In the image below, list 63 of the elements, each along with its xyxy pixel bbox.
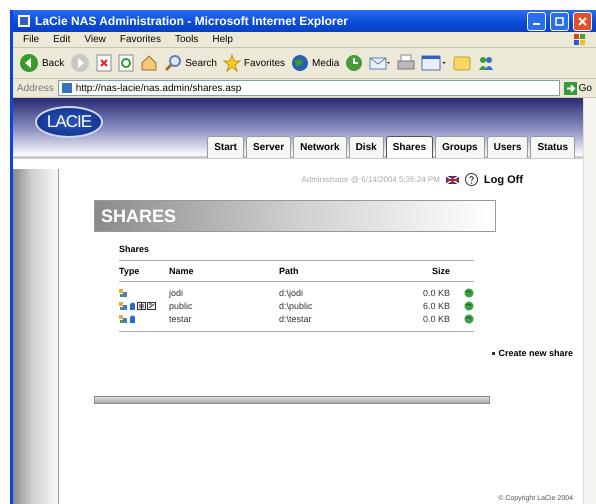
page-icon	[60, 82, 73, 94]
back-icon[interactable]	[19, 53, 39, 73]
nav-tab[interactable]: Groups	[435, 136, 485, 158]
close-button[interactable]	[573, 12, 592, 30]
menu-item[interactable]: File	[23, 34, 40, 45]
table-cell-text: 0.0 KB	[422, 288, 450, 298]
maximize-icon	[555, 16, 564, 26]
flag-icon[interactable]	[446, 176, 459, 184]
nav-tab[interactable]: Users	[486, 136, 528, 158]
go-button[interactable]: Go	[564, 82, 592, 94]
stop-icon[interactable]	[96, 54, 112, 72]
menu-item[interactable]: Tools	[174, 34, 198, 45]
page-header: SHARES	[94, 200, 496, 232]
window-title: LaCie NAS Administration - Microsoft Internet Explorer	[35, 14, 349, 28]
maximize-button[interactable]	[550, 12, 569, 30]
nav-tab[interactable]: Network	[293, 136, 347, 158]
column-header: Name	[169, 266, 195, 276]
column-header: Size	[430, 266, 450, 276]
menu-item[interactable]: Edit	[53, 34, 70, 45]
nav-tab[interactable]: Start	[207, 136, 244, 158]
menu-item[interactable]: Favorites	[120, 34, 161, 45]
logo: LACIE	[35, 106, 103, 138]
column-header: Path	[279, 266, 300, 276]
history-icon[interactable]	[345, 54, 364, 72]
people-icon[interactable]	[477, 54, 496, 72]
toolbar-button[interactable]: Media	[291, 54, 340, 72]
table-cell-text: testar	[169, 314, 193, 324]
toolbar-button[interactable]: Back	[19, 53, 64, 73]
minimize-icon	[533, 22, 540, 24]
log-off-link[interactable]: Log Off	[484, 174, 523, 186]
printer-icon[interactable]	[397, 54, 416, 72]
nav-tab[interactable]: Shares	[386, 136, 434, 158]
nav-tab[interactable]: Status	[530, 136, 575, 158]
create-share-link[interactable]: Create new share	[498, 348, 573, 358]
window-icon[interactable]	[421, 54, 448, 72]
browser-icon	[17, 14, 31, 28]
table-cell-text: 0.0 KB	[422, 314, 450, 324]
minimize-button[interactable]	[527, 12, 546, 30]
table-caption: Shares	[119, 244, 474, 261]
home-icon[interactable]	[140, 54, 158, 72]
star-icon[interactable]	[222, 54, 241, 72]
toolbar-button[interactable]: Favorites	[222, 54, 286, 72]
table-cell-text: public	[169, 300, 194, 310]
table-cell-text: 6.0 KB	[422, 300, 450, 310]
search-icon[interactable]	[164, 54, 182, 72]
nav-tab[interactable]: Disk	[348, 136, 384, 158]
menu-item[interactable]: Help	[212, 34, 233, 45]
help-icon[interactable]	[464, 173, 478, 186]
menu-item[interactable]: View	[84, 34, 106, 45]
table-cell-text: d:\public	[279, 300, 314, 310]
address-label: Address	[17, 82, 54, 94]
session-info: Administrator @ 6/14/2004 5:35:24 PM	[301, 175, 440, 184]
table-cell-text: d:\jodi	[279, 288, 304, 298]
address-field[interactable]: http://nas-lacie/nas.admin/shares.asp	[58, 80, 560, 96]
table-cell-text: jodi	[169, 288, 184, 298]
windows-logo-icon	[574, 34, 586, 46]
nav-tab[interactable]: Server	[246, 136, 292, 158]
refresh-icon[interactable]	[118, 54, 134, 72]
toolbar-button[interactable]: Search	[164, 54, 217, 72]
bullet-icon	[492, 352, 496, 354]
close-icon	[578, 16, 587, 26]
column-header: Type	[119, 266, 140, 276]
table-cell-text: d:\testar	[279, 314, 313, 324]
